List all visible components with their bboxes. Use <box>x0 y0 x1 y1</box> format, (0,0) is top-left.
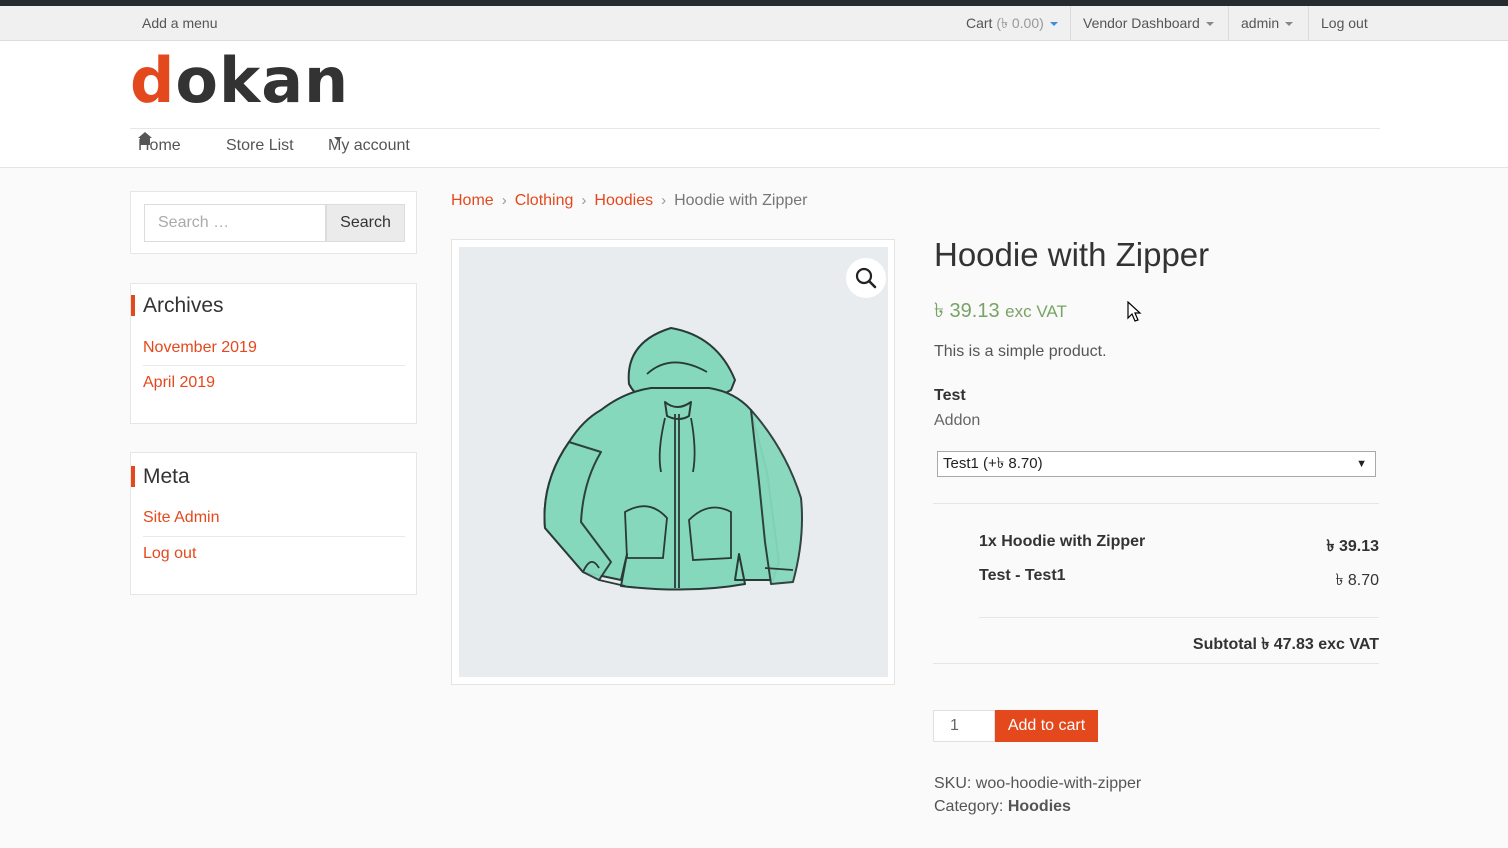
caret-down-icon <box>334 137 342 141</box>
logout-label: Log out <box>1321 15 1368 31</box>
meta-divider <box>143 536 405 537</box>
top-bar: Add a menu Cart (৳ 0.00) Vendor Dashboar… <box>0 6 1508 41</box>
sku-value: woo-hoodie-with-zipper <box>975 775 1142 792</box>
zoom-button[interactable] <box>846 258 886 298</box>
cart-menu[interactable]: Cart (৳ 0.00) <box>954 6 1070 40</box>
product-image[interactable] <box>459 247 888 677</box>
caret-down-icon <box>1049 22 1058 27</box>
caret-down-icon <box>1205 22 1214 27</box>
addon-selected-value: Test1 (+৳ 8.70) <box>943 455 1043 472</box>
add-menu-link[interactable]: Add a menu <box>142 15 218 31</box>
logo-rest: okan <box>175 44 350 117</box>
summary-item-value: ৳ 39.13 <box>1326 538 1379 555</box>
nav-store-list[interactable]: Store List <box>226 137 294 155</box>
dokan-logo[interactable]: dokan <box>130 45 349 117</box>
cart-amount: (৳ 0.00) <box>996 15 1044 31</box>
breadcrumb-separator: › <box>581 192 587 209</box>
category-label: Category: <box>934 798 1004 815</box>
admin-menu[interactable]: admin <box>1228 6 1305 40</box>
archives-widget: Archives November 2019 April 2019 <box>130 283 417 424</box>
product-price: ৳ 39.13 exc VAT <box>934 296 1067 329</box>
product-category: Category: Hoodies <box>934 798 1071 816</box>
breadcrumb-hoodies[interactable]: Hoodies <box>594 192 653 209</box>
cart-label: Cart <box>966 15 993 31</box>
summary-bottom-divider <box>933 663 1379 664</box>
archives-title: Archives <box>131 295 224 316</box>
price-suffix: exc VAT <box>1005 302 1067 321</box>
site-header: dokan Home Store List My account <box>0 41 1508 168</box>
addon-sublabel: Addon <box>934 412 981 429</box>
breadcrumb-separator: › <box>501 192 507 209</box>
price-amount: ৳ 39.13 <box>934 300 1000 322</box>
search-input[interactable] <box>144 204 326 242</box>
breadcrumb-current: Hoodie with Zipper <box>674 192 808 209</box>
nav-home-label: Home <box>138 137 181 154</box>
breadcrumb-clothing[interactable]: Clothing <box>515 192 574 209</box>
category-link[interactable]: Hoodies <box>1008 798 1071 815</box>
magnifier-icon <box>855 267 877 289</box>
logout-link[interactable]: Log out <box>1308 6 1380 40</box>
dropdown-arrow-icon: ▼ <box>1356 458 1367 470</box>
summary-item-label: Test - Test1 <box>979 567 1066 584</box>
add-to-cart-button[interactable]: Add to cart <box>995 710 1098 742</box>
search-button[interactable]: Search <box>326 204 405 242</box>
archive-link-april-2019[interactable]: April 2019 <box>143 374 405 392</box>
archive-link-november-2019[interactable]: November 2019 <box>143 339 405 357</box>
meta-link-site-admin[interactable]: Site Admin <box>143 509 405 527</box>
breadcrumb-home[interactable]: Home <box>451 192 494 209</box>
vendor-dashboard-label: Vendor Dashboard <box>1083 15 1200 31</box>
logo-letter: d <box>130 44 176 117</box>
vendor-dashboard-menu[interactable]: Vendor Dashboard <box>1070 6 1226 40</box>
archive-divider <box>143 365 405 366</box>
product-sku: SKU: woo-hoodie-with-zipper <box>934 775 1141 793</box>
search-widget: Search <box>130 191 417 254</box>
summary-item-value: ৳ 8.70 <box>1335 572 1379 589</box>
nav-divider <box>130 128 1380 129</box>
hoodie-image <box>543 327 803 591</box>
breadcrumb: Home › Clothing › Hoodies › Hoodie with Zipper <box>451 192 808 210</box>
meta-title: Meta <box>131 466 190 487</box>
summary-top-divider <box>933 503 1379 504</box>
breadcrumb-separator: › <box>661 192 667 209</box>
product-description: This is a simple product. <box>934 343 1107 360</box>
addon-select[interactable]: Test1 (+৳ 8.70) ▼ <box>937 451 1376 477</box>
quantity-input[interactable]: 1 <box>933 710 995 742</box>
summary-item-label: 1x Hoodie with Zipper <box>979 533 1146 550</box>
product-gallery <box>451 239 895 685</box>
meta-widget: Meta Site Admin Log out <box>130 452 417 595</box>
admin-label: admin <box>1241 15 1280 31</box>
subtotal: Subtotal ৳ 47.83 exc VAT <box>1192 636 1379 653</box>
caret-down-icon <box>1285 22 1294 27</box>
mouse-pointer-icon <box>1127 301 1142 322</box>
summary-inner-divider <box>979 617 1379 618</box>
sku-label: SKU: <box>934 775 972 792</box>
addon-label: Test <box>934 387 966 404</box>
product-title: Hoodie with Zipper <box>934 236 1210 273</box>
meta-link-log-out[interactable]: Log out <box>143 545 405 563</box>
